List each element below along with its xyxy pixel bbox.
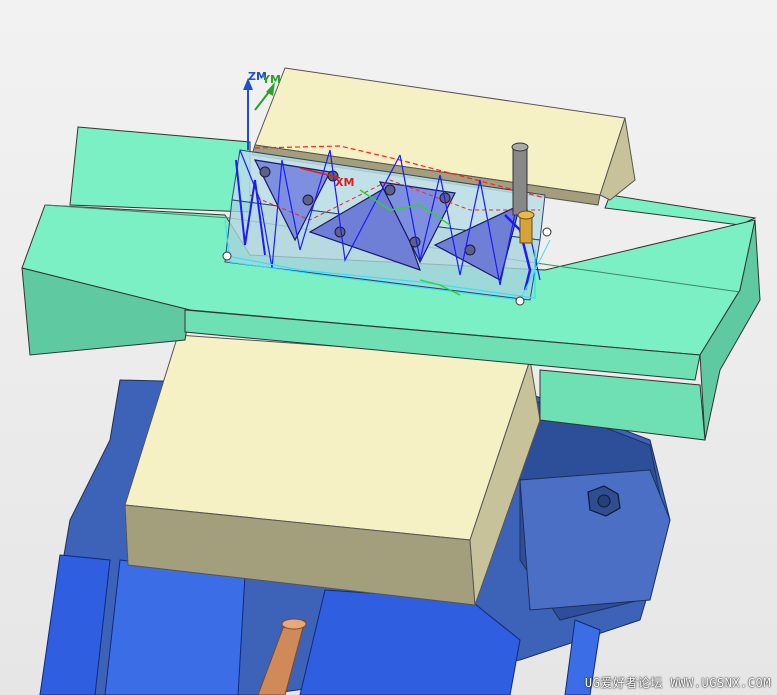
fixture-hole-2 [515,296,525,306]
hole-3 [384,184,396,196]
fixture-hole-3 [542,227,552,237]
lower-jaw-top [124,334,531,541]
fixture-hole-1 [222,251,232,261]
xm-axis-label: XM [335,176,354,189]
cad-graphics-viewport[interactable]: ZM YM XM UG爱好者论坛 WWW.UGSNX.COM [0,0,777,695]
hex-bolt-center [597,494,611,508]
grey-post [512,146,528,216]
parallel-plate-back-right [604,194,757,226]
parallel-plate-back-top [69,126,251,213]
ym-axis-label: YM [261,73,281,86]
spindle-rod-end [281,618,307,630]
cad-scene[interactable]: ZM YM XM [0,0,777,695]
hole-1 [259,166,271,178]
left-rail-inner [104,559,246,695]
hole-5 [334,226,346,238]
forum-watermark: UG爱好者论坛 WWW.UGSNX.COM [584,676,771,690]
hole-6 [409,236,421,248]
lower-jaw[interactable] [124,334,541,606]
grey-post-top [511,142,529,152]
hole-8 [302,194,314,206]
cutting-tool-top [517,210,535,220]
